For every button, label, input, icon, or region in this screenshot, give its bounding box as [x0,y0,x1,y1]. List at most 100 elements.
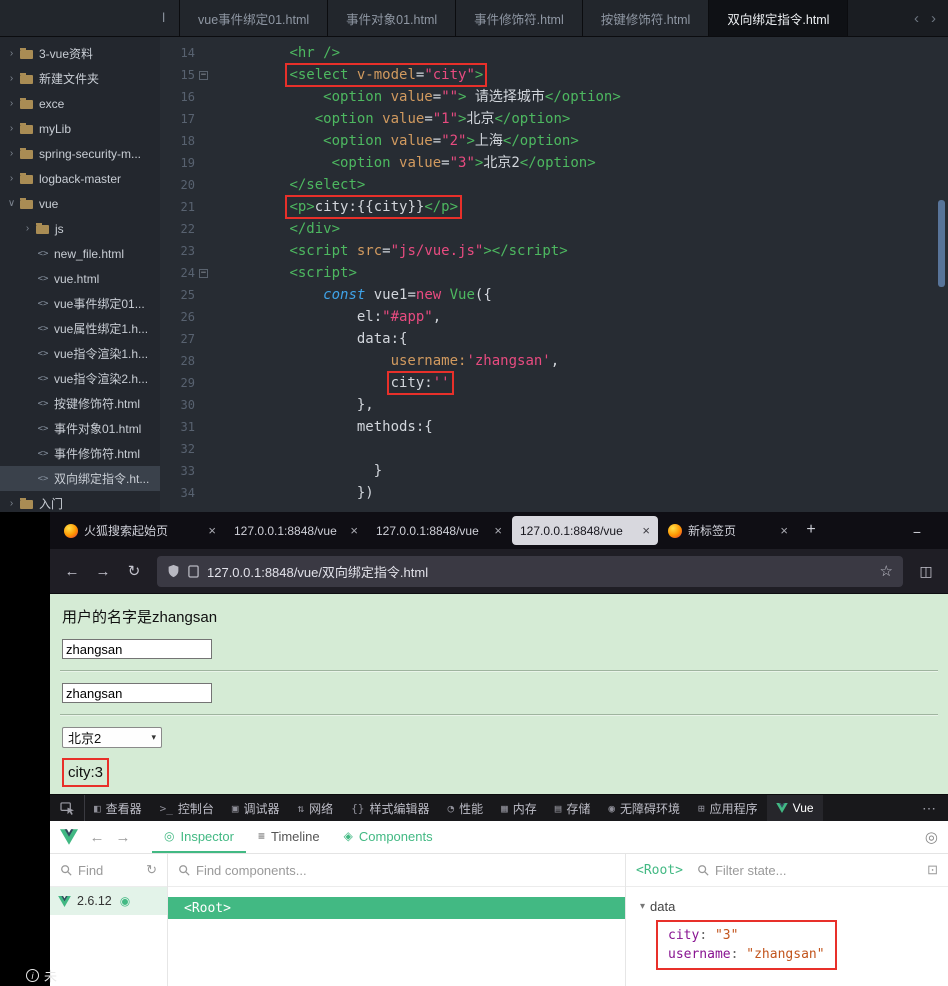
fold-icon[interactable]: − [199,268,208,278]
devtools-tab-application[interactable]: ⊞ 应用程序 [689,795,767,821]
editor-scrollbar[interactable] [938,200,945,287]
collapse-caret-icon[interactable]: ▾ [640,901,645,912]
browser-tab[interactable]: 127.0.0.1:8848/vue × [368,516,510,545]
chevron-icon[interactable]: › [6,123,17,134]
browser-tab[interactable]: 127.0.0.1:8848/vue × [226,516,366,545]
bookmark-star-icon[interactable]: ☆ [880,562,893,580]
tree-item[interactable]: › 入门 [0,491,160,512]
tree-item[interactable]: <> 事件修饰符.html [0,441,160,466]
shield-icon[interactable] [167,564,180,578]
reload-button[interactable]: ↻ [120,562,148,580]
tree-item[interactable]: <> vue指令渲染1.h... [0,341,160,366]
devtools-tab-performance[interactable]: ◔ 性能 [438,795,492,821]
browser-tab[interactable]: 新标签页 × [660,516,796,545]
vue-tab-components[interactable]: ◈ Components [332,821,445,853]
devtools-tab-network[interactable]: ⇅ 网络 [289,795,343,821]
tab-scroll-left-icon[interactable]: ‹ [914,10,919,27]
editor-tab[interactable]: 双向绑定指令.html [709,0,849,36]
minimize-button[interactable]: − [902,523,932,541]
vue-tab-inspector[interactable]: ◎ Inspector [152,821,246,853]
browser-tab[interactable]: 127.0.0.1:8848/vue × [512,516,658,545]
close-icon[interactable]: × [208,523,216,538]
city-select[interactable]: 北京2 ▾ [62,727,162,748]
vue-devtools-header: ← → ◎ Inspector ≡ Timeline ◈ Components ◎ [50,821,948,854]
devtools-tab-memory[interactable]: ▦ 内存 [492,795,546,821]
pick-element-icon[interactable] [50,795,85,821]
editor-tab[interactable]: 按键修饰符.html [582,0,710,36]
panel-forward-button[interactable]: → [112,829,134,846]
chevron-icon[interactable]: › [6,148,17,159]
editor-tab[interactable]: vue事件绑定01.html [180,0,329,36]
editor-tab[interactable]: l [0,0,180,36]
editor-tab[interactable]: 事件对象01.html [328,0,457,36]
devtools-tab-storage[interactable]: ▤ 存储 [546,795,600,821]
tree-item[interactable]: <> vue事件绑定01... [0,291,160,316]
chevron-icon[interactable]: › [6,173,17,184]
state-entry[interactable]: city: "3" [668,926,825,945]
root-component-item[interactable]: <Root> [168,897,625,919]
tree-item[interactable]: › 3-vue资料 [0,41,160,66]
devtools-tab-vue[interactable]: Vue [766,795,823,821]
tree-item[interactable]: › exce [0,91,160,116]
tree-item-label: 3-vue资料 [39,47,94,61]
chevron-icon[interactable]: › [6,73,17,84]
editor-tab[interactable]: 事件修饰符.html [456,0,583,36]
address-bar[interactable]: 127.0.0.1:8848/vue/双向绑定指令.html ☆ [157,555,903,587]
status-text: 未 [44,969,58,984]
code-area[interactable]: 14− <hr />15− <select v-model="city">16−… [160,37,948,512]
forward-button[interactable]: → [89,563,117,580]
new-tab-button[interactable]: + [798,517,824,543]
find-components-input[interactable]: Find components... [196,863,307,878]
chevron-icon[interactable]: › [6,98,17,109]
library-icon[interactable]: ◫ [912,563,940,580]
close-icon[interactable]: × [642,523,650,538]
close-icon[interactable]: × [494,523,502,538]
devtools-tab-accessibility[interactable]: ◉ 无障碍环境 [599,795,689,821]
tree-item[interactable]: › 新建文件夹 [0,66,160,91]
tree-item[interactable]: <> vue属性绑定1.h... [0,316,160,341]
devtools-menu-icon[interactable]: ⋯ [910,795,948,821]
devtools-tab-inspector[interactable]: ◧ 查看器 [85,795,151,821]
line-number-gutter: 16− [160,86,212,108]
refresh-icon[interactable]: ↻ [146,862,157,878]
devtools-tab-style-editor[interactable]: {} 样式编辑器 [342,795,438,821]
close-icon[interactable]: × [780,523,788,538]
url-text[interactable]: 127.0.0.1:8848/vue/双向绑定指令.html [207,562,872,581]
vue-tab-timeline[interactable]: ≡ Timeline [246,821,332,853]
tree-item[interactable]: ∨ vue [0,191,160,216]
tree-item[interactable]: <> vue指令渲染2.h... [0,366,160,391]
chevron-icon[interactable]: › [6,498,17,509]
username-input-2[interactable] [62,683,212,703]
tree-item[interactable]: › myLib [0,116,160,141]
chevron-icon[interactable]: ∨ [6,198,17,209]
find-label[interactable]: Find [78,863,103,878]
back-button[interactable]: ← [58,563,86,580]
tree-item[interactable]: <> 按键修饰符.html [0,391,160,416]
vue-app-item[interactable]: 2.6.12 ◉ [50,887,167,915]
close-icon[interactable]: × [350,523,358,538]
devtools-tab-label: 样式编辑器 [369,801,430,816]
devtools-tab-console[interactable]: >_ 控制台 [151,795,223,821]
panel-back-button[interactable]: ← [86,829,108,846]
folder-icon [20,73,33,84]
filter-state-input[interactable]: Filter state... [715,863,787,878]
data-section-label[interactable]: data [650,899,675,914]
username-input-1[interactable] [62,639,212,659]
tree-item[interactable]: <> 双向绑定指令.ht... [0,466,160,491]
html-file-icon: <> [37,473,49,484]
snapshot-icon[interactable]: ⊡ [927,862,938,878]
tab-scroll-right-icon[interactable]: › [931,10,936,27]
fold-icon[interactable]: − [199,70,208,80]
component-picker-icon[interactable]: ◎ [925,828,938,846]
devtools-tab-debugger[interactable]: ▣ 调试器 [223,795,289,821]
tree-item[interactable]: <> new_file.html [0,241,160,266]
chevron-icon[interactable]: › [6,48,17,59]
tree-item[interactable]: › logback-master [0,166,160,191]
tree-item[interactable]: <> vue.html [0,266,160,291]
browser-tab[interactable]: 火狐搜索起始页 × [56,516,224,545]
chevron-icon[interactable]: › [22,223,33,234]
tree-item[interactable]: › spring-security-m... [0,141,160,166]
tree-item[interactable]: › js [0,216,160,241]
tree-item[interactable]: <> 事件对象01.html [0,416,160,441]
state-entry[interactable]: username: "zhangsan" [668,945,825,964]
